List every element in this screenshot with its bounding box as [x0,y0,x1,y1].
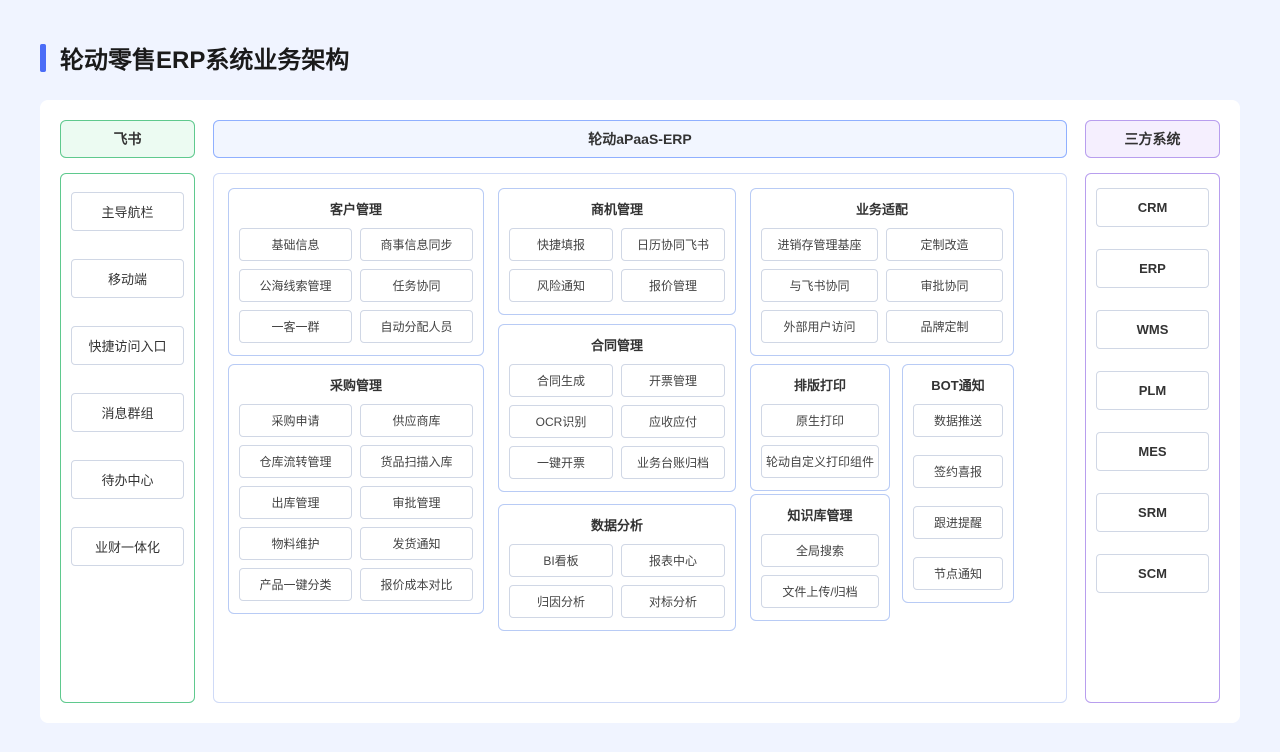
thirdparty-item: WMS [1096,310,1209,349]
page-title: 轮动零售ERP系统业务架构 [60,40,349,75]
module-item: 签约喜报 [913,455,1003,488]
module-item: 对标分析 [621,585,725,618]
erp-header: 轮动aPaaS-ERP [213,120,1067,158]
thirdparty-header: 三方系统 [1085,120,1220,158]
feishu-item: 业财一体化 [71,527,184,566]
module-item: 报表中心 [621,544,725,577]
module-item: 基础信息 [239,228,352,261]
module-item: 审批管理 [360,486,473,519]
module-item: 全局搜索 [761,534,879,567]
module-item: 风险通知 [509,269,613,302]
module-title: BOT通知 [913,375,1003,394]
feishu-item: 快捷访问入口 [71,326,184,365]
module-item: 仓库流转管理 [239,445,352,478]
feishu-body: 主导航栏 移动端 快捷访问入口 消息群组 待办中心 业财一体化 [60,173,195,703]
column-erp: 轮动aPaaS-ERP 客户管理 基础信息 商事信息同步 公海线索管理 任务协同… [213,120,1067,703]
thirdparty-item: SRM [1096,493,1209,532]
module-item: 日历协同飞书 [621,228,725,261]
module-item: 一客一群 [239,310,352,343]
module-item: 快捷填报 [509,228,613,261]
thirdparty-item: PLM [1096,371,1209,410]
module-item: 出库管理 [239,486,352,519]
module-opportunity: 商机管理 快捷填报 日历协同飞书 风险通知 报价管理 [498,188,736,315]
column-feishu: 飞书 主导航栏 移动端 快捷访问入口 消息群组 待办中心 业财一体化 [60,120,195,703]
page-title-row: 轮动零售ERP系统业务架构 [40,40,1240,75]
module-title: 知识库管理 [761,505,879,524]
module-item: BI看板 [509,544,613,577]
module-item: 跟进提醒 [913,506,1003,539]
thirdparty-item: ERP [1096,249,1209,288]
module-item: 数据推送 [913,404,1003,437]
thirdparty-item: SCM [1096,554,1209,593]
feishu-item: 主导航栏 [71,192,184,231]
module-print: 排版打印 原生打印 轮动自定义打印组件 [750,364,890,491]
module-purchase: 采购管理 采购申请 供应商库 仓库流转管理 货品扫描入库 出库管理 审批管理 物… [228,364,484,614]
module-item: 节点通知 [913,557,1003,590]
erp-body: 客户管理 基础信息 商事信息同步 公海线索管理 任务协同 一客一群 自动分配人员… [213,173,1067,703]
feishu-item: 消息群组 [71,393,184,432]
module-title: 商机管理 [509,199,725,218]
module-item: 外部用户访问 [761,310,878,343]
module-item: 文件上传/归档 [761,575,879,608]
column-thirdparty: 三方系统 CRM ERP WMS PLM MES SRM SCM [1085,120,1220,703]
module-contract: 合同管理 合同生成 开票管理 OCR识别 应收应付 一键开票 业务台账归档 [498,324,736,492]
module-adapt: 业务适配 进销存管理基座 定制改造 与飞书协同 审批协同 外部用户访问 品牌定制 [750,188,1014,356]
feishu-header: 飞书 [60,120,195,158]
module-title: 合同管理 [509,335,725,354]
diagram-canvas: 飞书 主导航栏 移动端 快捷访问入口 消息群组 待办中心 业财一体化 轮动aPa… [40,100,1240,723]
thirdparty-item: CRM [1096,188,1209,227]
module-item: 发货通知 [360,527,473,560]
module-analysis: 数据分析 BI看板 报表中心 归因分析 对标分析 [498,504,736,631]
title-accent-bar [40,44,46,72]
module-customer: 客户管理 基础信息 商事信息同步 公海线索管理 任务协同 一客一群 自动分配人员 [228,188,484,356]
module-item: 货品扫描入库 [360,445,473,478]
module-item: 原生打印 [761,404,879,437]
thirdparty-body: CRM ERP WMS PLM MES SRM SCM [1085,173,1220,703]
module-item: 业务台账归档 [621,446,725,479]
module-item: 定制改造 [886,228,1003,261]
module-item: 进销存管理基座 [761,228,878,261]
module-title: 采购管理 [239,375,473,394]
feishu-item: 待办中心 [71,460,184,499]
module-item: 合同生成 [509,364,613,397]
module-knowledge: 知识库管理 全局搜索 文件上传/归档 [750,494,890,621]
module-item: 一键开票 [509,446,613,479]
module-item: 物料维护 [239,527,352,560]
module-item: 产品一键分类 [239,568,352,601]
module-item: 开票管理 [621,364,725,397]
module-item: 报价管理 [621,269,725,302]
module-item: 应收应付 [621,405,725,438]
module-item: 任务协同 [360,269,473,302]
module-item: 公海线索管理 [239,269,352,302]
module-item: OCR识别 [509,405,613,438]
module-bot: BOT通知 数据推送 签约喜报 跟进提醒 节点通知 [902,364,1014,603]
module-title: 排版打印 [761,375,879,394]
module-title: 数据分析 [509,515,725,534]
module-item: 报价成本对比 [360,568,473,601]
module-item: 采购申请 [239,404,352,437]
module-title: 客户管理 [239,199,473,218]
feishu-item: 移动端 [71,259,184,298]
module-item: 自动分配人员 [360,310,473,343]
module-item: 品牌定制 [886,310,1003,343]
module-item: 归因分析 [509,585,613,618]
thirdparty-item: MES [1096,432,1209,471]
module-item: 供应商库 [360,404,473,437]
module-item: 轮动自定义打印组件 [761,445,879,478]
module-item: 与飞书协同 [761,269,878,302]
module-item: 商事信息同步 [360,228,473,261]
module-item: 审批协同 [886,269,1003,302]
module-title: 业务适配 [761,199,1003,218]
